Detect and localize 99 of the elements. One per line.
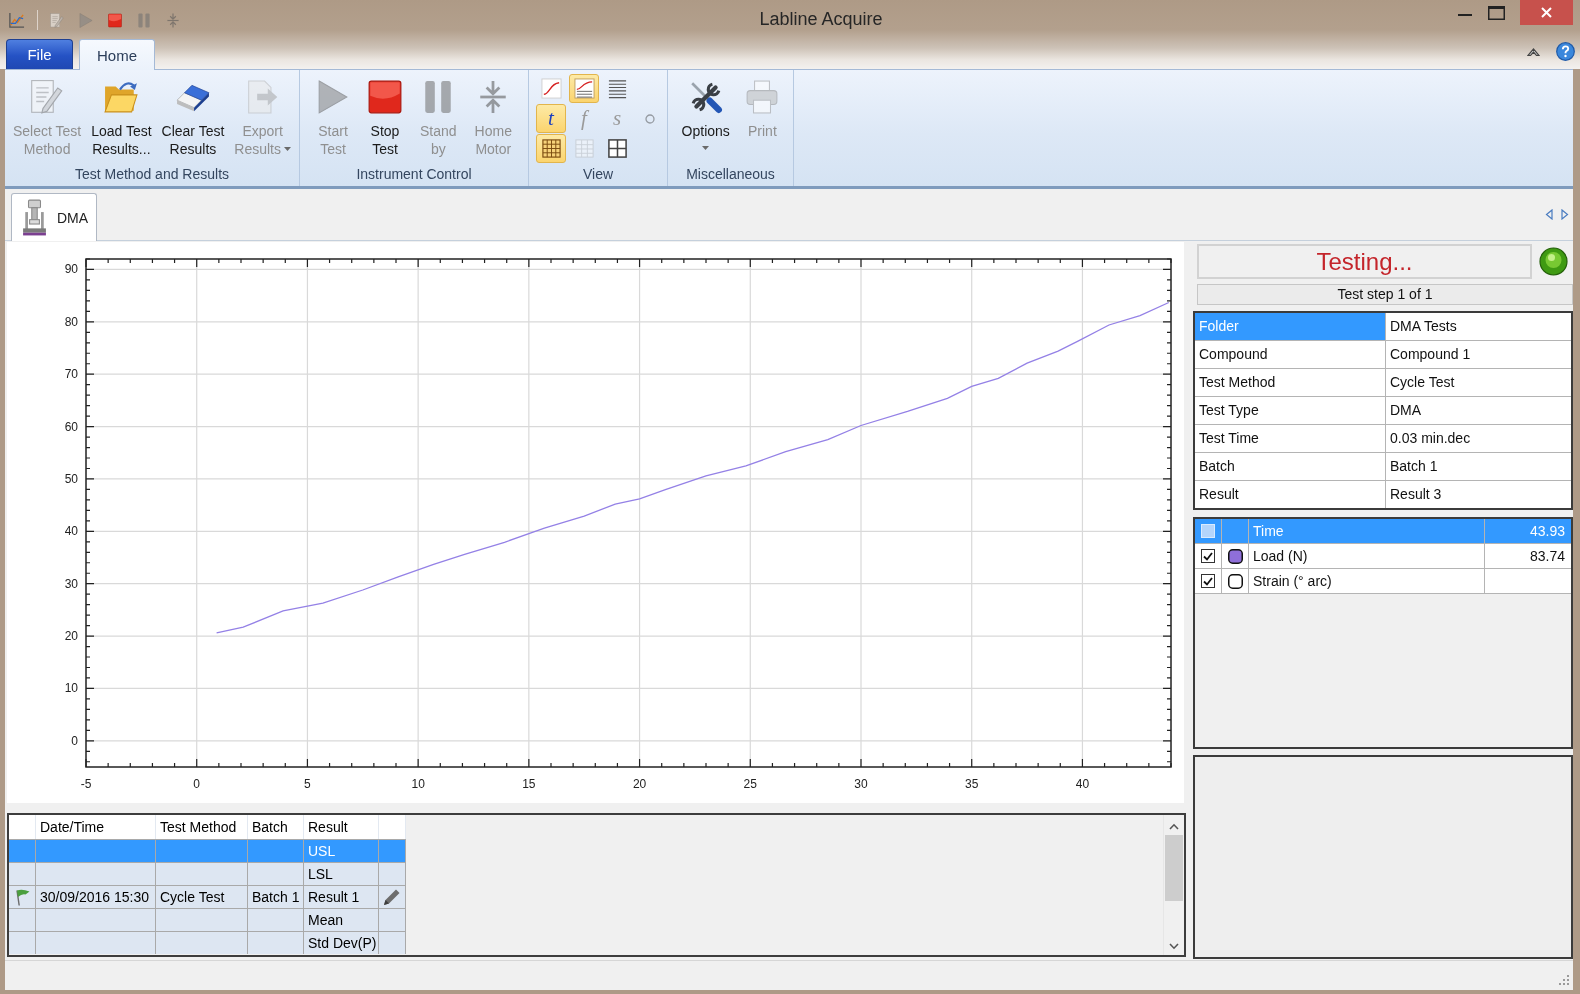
left-triangle-icon[interactable] [1545,209,1553,220]
table-cell: DMA [1386,397,1571,424]
caret-up-icon[interactable] [1527,46,1540,57]
table-cell[interactable]: Result [1195,481,1385,508]
axis-label: 20 [632,777,647,791]
table-row[interactable]: Std Dev(P) [9,931,406,954]
ribbon-button[interactable]: Options [679,79,732,151]
minimize-icon [1458,13,1472,16]
table-cell[interactable]: Compound [1195,341,1385,368]
axis-label: 40 [64,524,78,539]
axis-label: 10 [411,777,425,791]
view-toggle-button[interactable] [536,134,566,163]
table-row[interactable]: 30/09/2016 15:30 Cycle Test Batch 1 Result 1 [9,885,406,908]
table-icon [573,138,595,159]
axis-label: -5 [80,777,92,791]
panes-icon [606,138,628,159]
axis-label: 20 [64,629,78,644]
ribbon-group-label: Instrument Control [355,165,473,184]
view-toggle-button[interactable]: t [536,104,566,133]
pencil-icon[interactable] [383,888,401,906]
instrument-icon [22,199,47,236]
chevron-up-icon[interactable] [1169,823,1179,830]
lines-icon [606,78,628,99]
stop-icon [368,80,402,114]
table-cell: Result 3 [1386,481,1571,508]
help-icon[interactable] [1556,42,1575,61]
stop-icon [108,12,122,28]
quick-access-button[interactable] [108,12,122,28]
axis-label: 50 [64,471,78,486]
play-icon [316,80,350,114]
table-cell[interactable]: Test Method [1195,369,1385,396]
axis-label: 35 [965,777,979,791]
table-cell: Strain (° arc) [1253,573,1332,589]
table-cell: Cycle Test [1386,369,1571,396]
table-cell: Batch 1 [1386,453,1571,480]
ribbon-tab[interactable]: File [6,39,73,69]
table-cell: Compound 1 [1386,341,1571,368]
resize-grip-icon[interactable] [1558,974,1570,986]
document-arrow-icon [245,80,280,114]
ribbon-tab[interactable]: Home [79,39,155,70]
ribbon-group-label: View [581,165,615,184]
axis-label: 60 [64,419,78,434]
chevron-down-icon[interactable] [1169,943,1179,950]
pause-icon [137,12,151,28]
table-cell: 43.93 [1529,523,1565,539]
compress-arrows-icon [166,12,180,28]
axis-label: 30 [854,777,868,791]
table-cell: Std Dev(P) [304,932,379,954]
window-title: Labline Acquire [758,8,883,30]
table-cell: Time [1253,523,1284,539]
channel-row[interactable]: Load (N) 83.74 [1195,544,1571,569]
play-icon [79,12,93,28]
close-icon [1541,7,1552,18]
circle-icon [645,113,655,124]
step-display: Test step 1 of 1 [1197,284,1573,305]
scrollbar-thumb[interactable] [1165,835,1183,901]
table-cell: 83.74 [1529,548,1565,564]
axis-label: 15 [522,777,536,791]
document-pencil-icon [50,12,64,28]
axis-label: 40 [1075,777,1090,791]
ribbon-group-label: Miscellaneous [685,165,776,184]
table-cell: 0.03 min.dec [1386,425,1571,452]
ribbon-group-label: Test Method and Results [73,165,231,184]
axis-label: 0 [71,733,78,748]
folder-icon [104,80,139,114]
table-cell[interactable]: Test Type [1195,397,1385,424]
axis-label: 70 [64,367,78,382]
axis-label: 0 [193,777,201,791]
scrollbar[interactable] [1163,815,1184,955]
grid-icon [540,138,562,159]
table-cell[interactable]: Test Time [1195,425,1385,452]
printer-icon [745,80,780,114]
close-button[interactable] [1520,0,1573,25]
checkbox[interactable] [1201,549,1215,563]
ribbon-button[interactable]: Stop Test [366,79,404,159]
right-triangle-icon[interactable] [1561,209,1569,220]
checkbox[interactable] [1201,574,1215,588]
ribbon-button[interactable]: Clear Test Results [159,79,227,159]
table-cell: DMA Tests [1386,313,1571,340]
table-cell: Load (N) [1253,548,1308,564]
maximize-icon [1487,5,1505,20]
axis-label: 90 [64,262,78,277]
document-tab[interactable]: DMA [11,193,97,241]
axis-label: 30 [64,576,78,591]
table-row[interactable]: Mean [9,908,406,931]
channel-row[interactable]: Strain (° arc) [1195,569,1571,594]
axis-label: 80 [64,314,78,329]
line-graph-icon [540,78,562,99]
axis-label: 5 [304,777,311,791]
view-toggle-button[interactable] [569,74,599,103]
ribbon-button[interactable]: Load Test Results... [89,79,154,159]
axis-label: 10 [64,681,78,696]
status-display: Testing... [1197,244,1532,279]
table-cell[interactable]: Batch [1195,453,1385,480]
line-graph-grid-icon [573,78,595,99]
axis-label: 25 [743,777,757,791]
chart-icon[interactable] [8,11,25,29]
document-pencil-icon [30,80,65,114]
table-row[interactable]: LSL [9,862,406,885]
